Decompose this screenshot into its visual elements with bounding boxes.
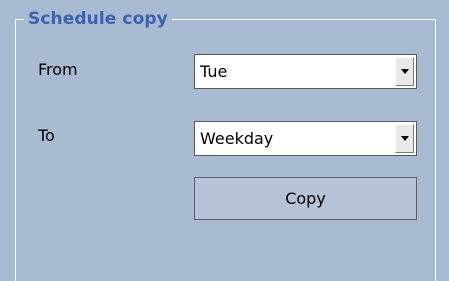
groupbox-title: Schedule copy: [24, 8, 172, 30]
from-dropdown[interactable]: Tue: [194, 54, 417, 89]
chevron-down-icon: [401, 69, 409, 74]
to-dropdown-button[interactable]: [395, 124, 414, 153]
from-dropdown-value: Tue: [200, 62, 228, 81]
from-label: From: [38, 60, 78, 79]
chevron-down-icon: [401, 136, 409, 141]
from-dropdown-button[interactable]: [395, 57, 414, 86]
to-dropdown[interactable]: Weekday: [194, 121, 417, 156]
to-dropdown-value: Weekday: [200, 129, 274, 148]
to-label: To: [38, 126, 55, 145]
copy-button[interactable]: Copy: [194, 177, 417, 220]
